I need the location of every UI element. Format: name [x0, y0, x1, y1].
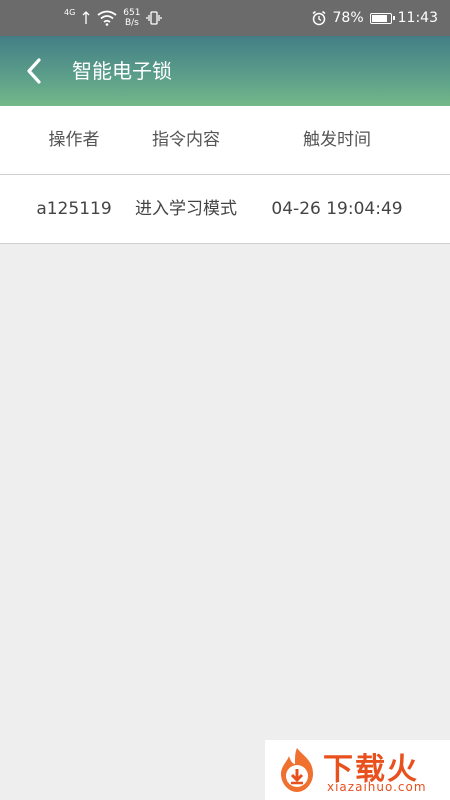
chevron-left-icon — [27, 58, 41, 84]
battery-percent: 78% — [332, 10, 364, 26]
battery-icon — [369, 12, 395, 24]
watermark-logo: 下载火 xiazaihuo.com — [265, 740, 450, 800]
network-speed-value: 651 — [123, 8, 141, 18]
page-title: 智能电子锁 — [72, 59, 172, 83]
signal-icon — [82, 11, 90, 24]
table-header-row: 操作者 指令内容 触发时间 — [0, 106, 450, 175]
vibrate-icon — [146, 11, 163, 25]
status-bar: 4G 651 B/s 78% 11:43 — [0, 0, 450, 36]
log-table: 操作者 指令内容 触发时间 a125119 进入学习模式 04-26 19:04… — [0, 106, 450, 244]
wifi-icon — [97, 10, 117, 26]
column-header-command: 指令内容 — [152, 130, 220, 150]
table-row: a125119 进入学习模式 04-26 19:04:49 — [0, 175, 450, 244]
network-speed: 651 B/s — [123, 8, 140, 28]
column-header-time: 触发时间 — [303, 130, 371, 150]
cell-command: 进入学习模式 — [135, 199, 237, 219]
status-left: 4G 651 B/s — [64, 6, 163, 30]
watermark-url: xiazaihuo.com — [327, 780, 427, 794]
app-bar: 智能电子锁 — [0, 36, 450, 106]
battery-level — [371, 14, 388, 22]
status-right: 78% 11:43 — [311, 6, 438, 30]
network-type: 4G — [64, 8, 76, 17]
network-speed-unit: B/s — [124, 18, 139, 28]
cell-time: 04-26 19:04:49 — [271, 199, 403, 219]
flame-download-icon — [281, 748, 313, 792]
back-button[interactable] — [14, 53, 54, 89]
alarm-icon — [312, 10, 325, 26]
clock: 11:43 — [397, 10, 438, 26]
